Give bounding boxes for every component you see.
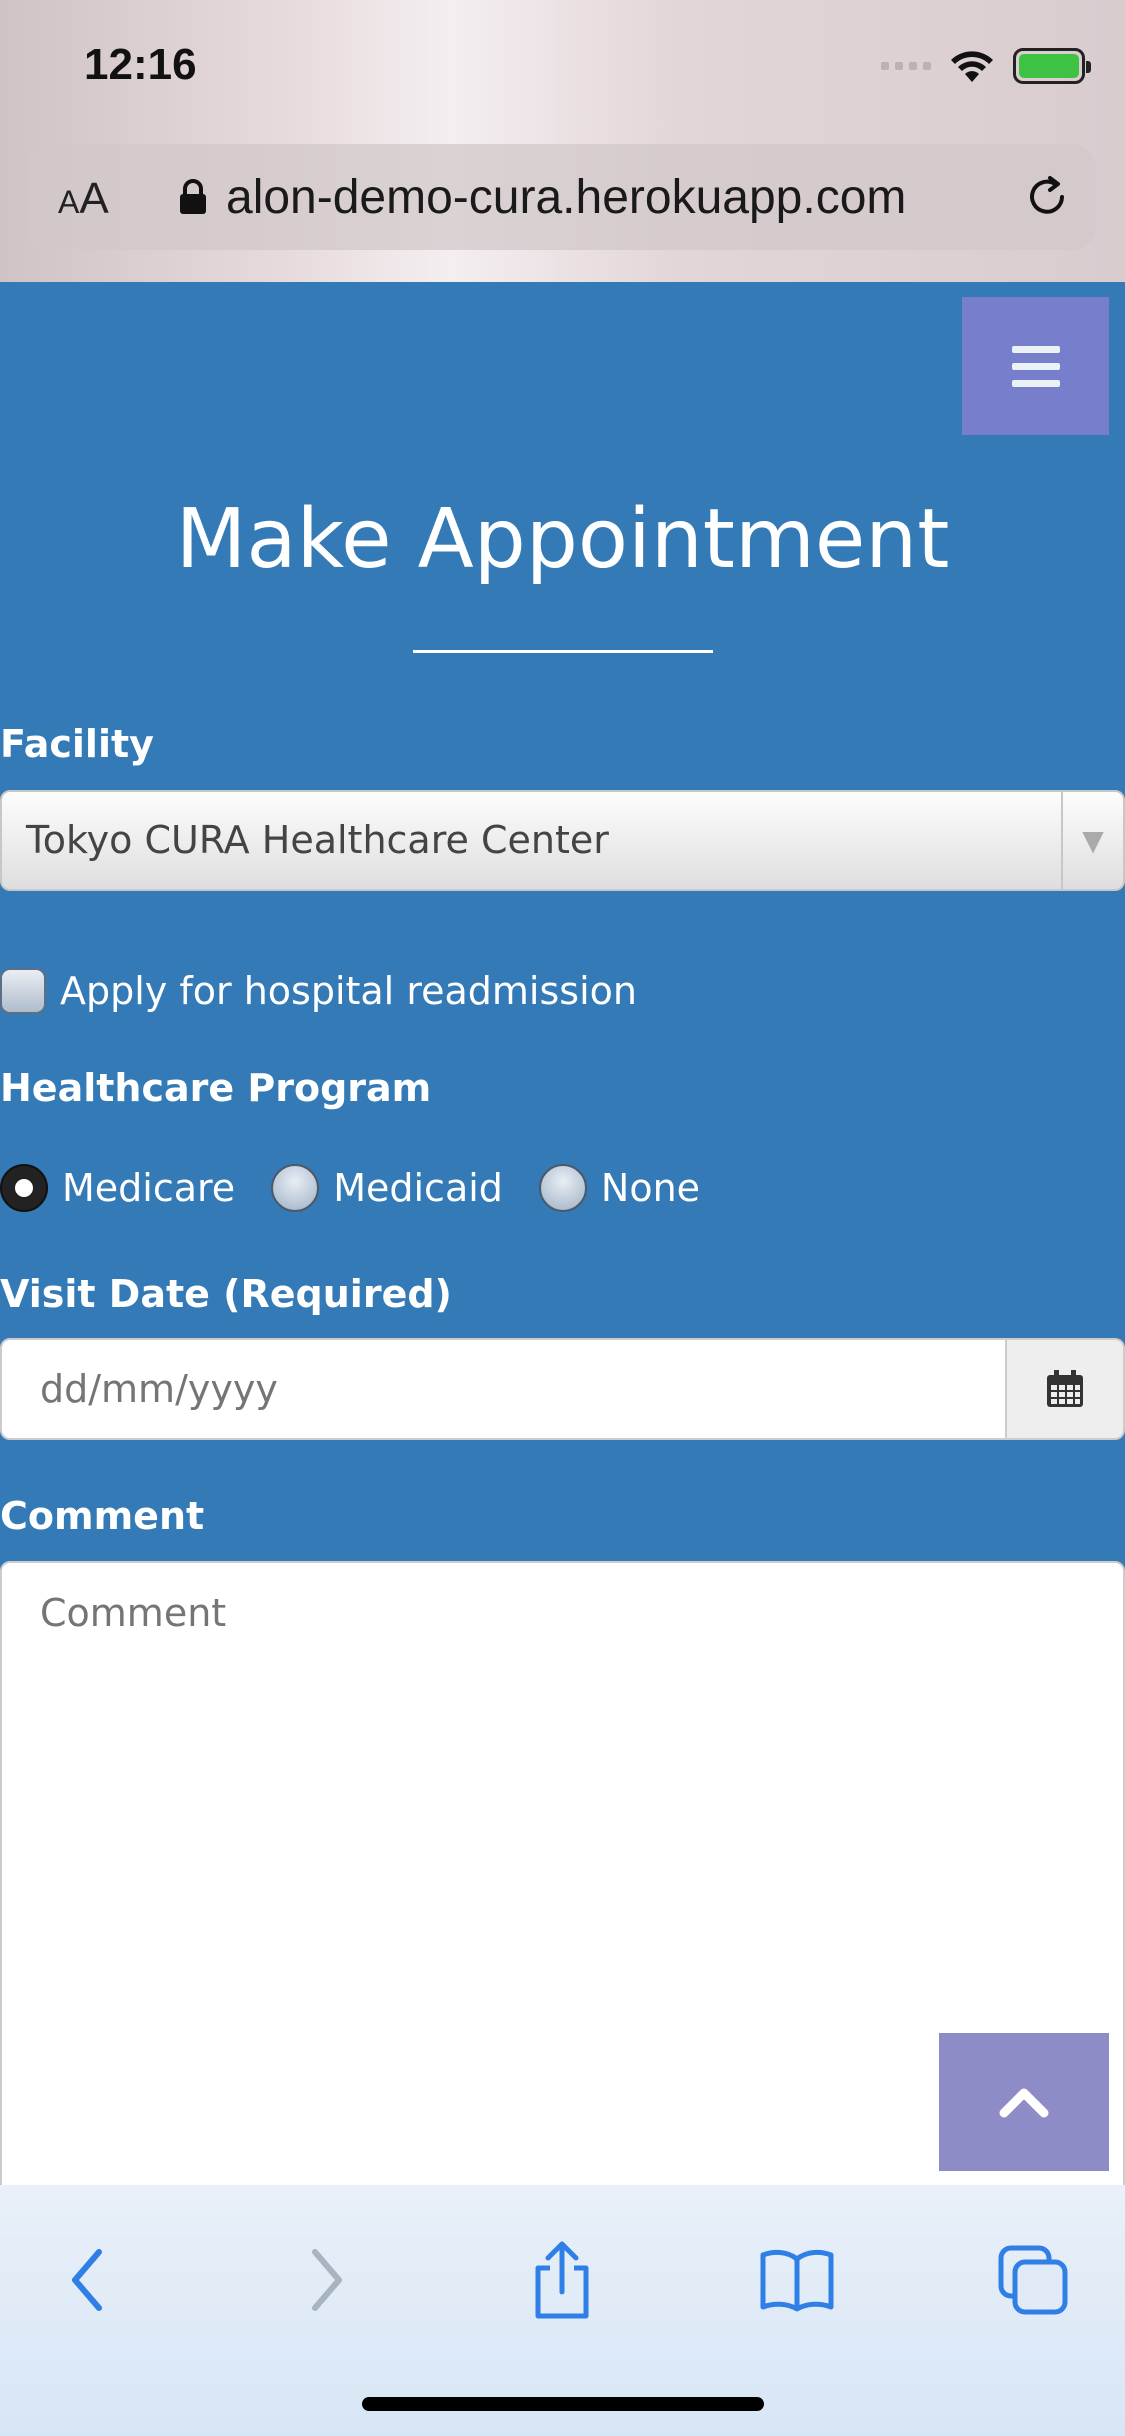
medicaid-label[interactable]: Medicaid — [333, 1166, 503, 1210]
facility-label: Facility — [0, 722, 154, 766]
medicaid-radio[interactable] — [271, 1164, 320, 1212]
readmission-row[interactable]: Apply for hospital readmission — [0, 968, 637, 1014]
readmission-label[interactable]: Apply for hospital readmission — [60, 969, 637, 1013]
calendar-button[interactable] — [1007, 1338, 1125, 1440]
bookmarks-button[interactable] — [752, 2235, 842, 2325]
status-time: 12:16 — [84, 40, 197, 89]
comment-textarea[interactable] — [0, 1561, 1125, 2281]
program-option-medicaid[interactable]: Medicaid — [271, 1164, 503, 1212]
tabs-button[interactable] — [988, 2235, 1078, 2325]
browser-top-chrome: 12:16 AA alon-demo-cura.herokuapp.com — [0, 0, 1125, 282]
chevron-up-icon — [999, 2088, 1049, 2118]
none-radio[interactable] — [538, 1164, 587, 1212]
share-icon — [535, 2241, 589, 2319]
forward-icon — [312, 2249, 342, 2311]
visit-date-group — [0, 1338, 1125, 1440]
forward-button[interactable] — [282, 2235, 372, 2325]
comment-label: Comment — [0, 1494, 205, 1538]
lock-icon — [180, 179, 206, 214]
calendar-icon — [1047, 1370, 1083, 1407]
text-size-button[interactable]: AA — [58, 174, 109, 224]
share-button[interactable] — [517, 2235, 607, 2325]
chevron-down-icon[interactable]: ▼ — [1061, 792, 1123, 889]
home-indicator — [362, 2397, 764, 2411]
program-label: Healthcare Program — [0, 1066, 432, 1110]
program-radio-group: Medicare Medicaid None — [0, 1164, 736, 1212]
program-option-medicare[interactable]: Medicare — [0, 1164, 235, 1212]
reload-icon[interactable] — [1022, 172, 1072, 222]
none-label[interactable]: None — [601, 1166, 700, 1210]
back-icon — [72, 2249, 102, 2311]
status-icons — [881, 48, 1091, 84]
tabs-icon — [998, 2245, 1068, 2315]
facility-selected-value: Tokyo CURA Healthcare Center — [26, 818, 609, 862]
cellular-signal-icon — [881, 62, 931, 70]
address-bar[interactable]: AA alon-demo-cura.herokuapp.com — [28, 144, 1096, 250]
visit-date-input[interactable] — [0, 1338, 1007, 1440]
page-title: Make Appointment — [175, 492, 950, 587]
wifi-icon — [951, 51, 993, 82]
medicare-radio[interactable] — [0, 1164, 48, 1212]
bookmarks-icon — [760, 2249, 834, 2312]
medicare-label[interactable]: Medicare — [62, 1166, 235, 1210]
back-button[interactable] — [42, 2235, 132, 2325]
url-text[interactable]: alon-demo-cura.herokuapp.com — [226, 170, 906, 225]
program-option-none[interactable]: None — [538, 1164, 700, 1212]
menu-toggle-button[interactable] — [962, 297, 1109, 435]
battery-icon — [1013, 48, 1091, 84]
facility-select[interactable]: Tokyo CURA Healthcare Center ▼ — [0, 790, 1125, 891]
hamburger-icon — [1011, 345, 1060, 387]
readmission-checkbox[interactable] — [0, 968, 46, 1014]
scroll-to-top-button[interactable] — [939, 2033, 1109, 2171]
visit-date-label: Visit Date (Required) — [0, 1272, 452, 1316]
title-divider — [413, 650, 713, 653]
